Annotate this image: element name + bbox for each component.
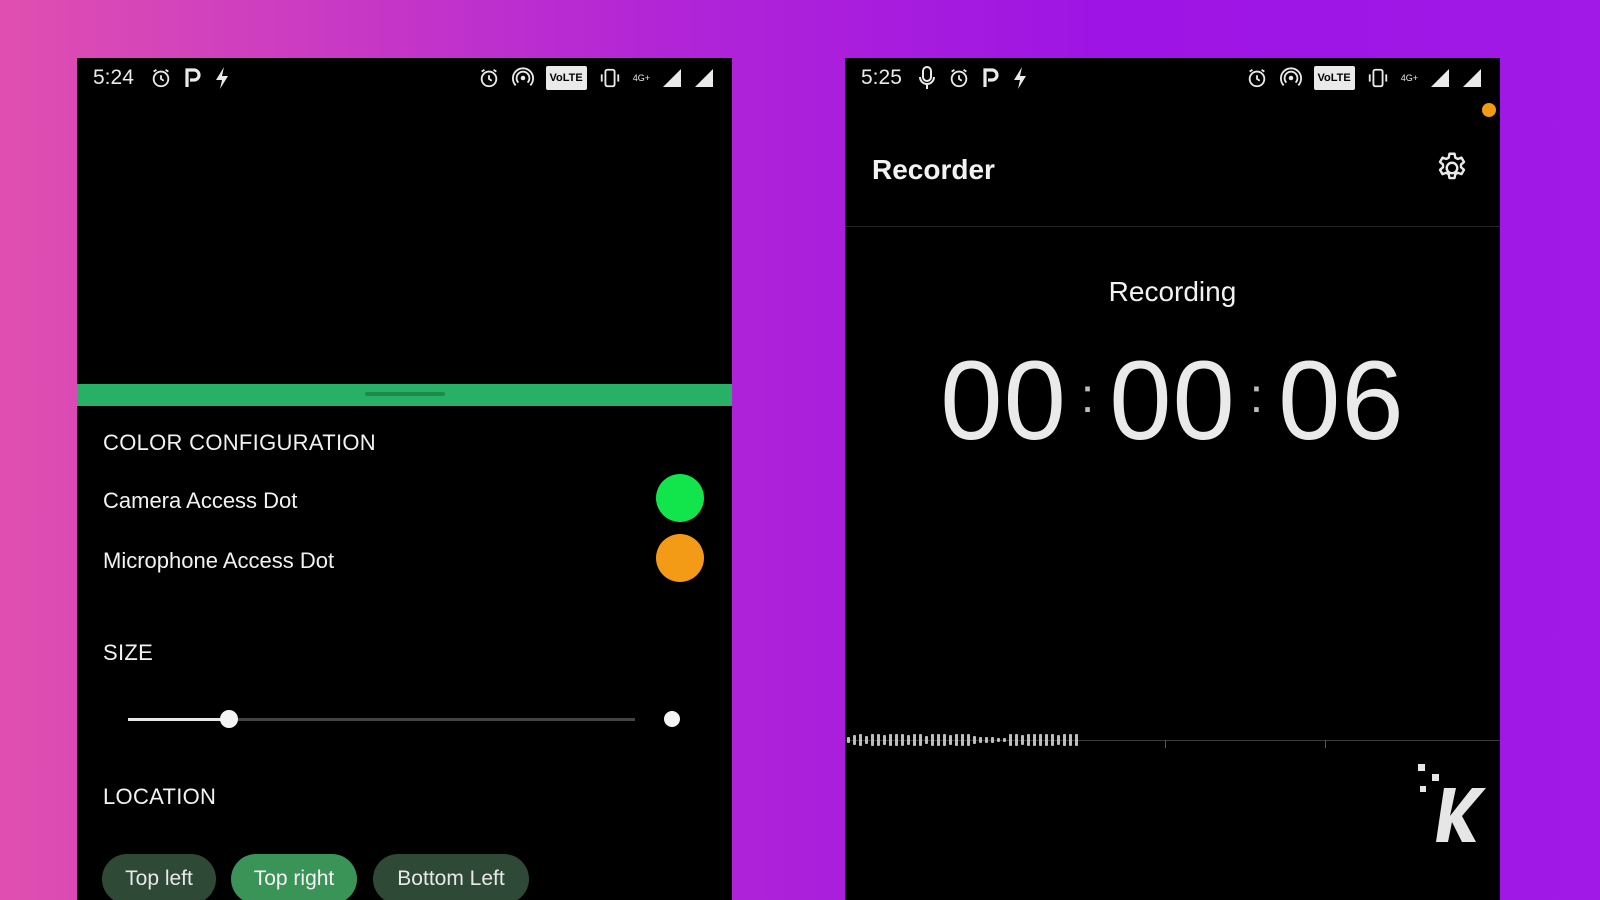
audio-waveform: [845, 726, 1500, 756]
waveform-bar: [1045, 734, 1048, 746]
knowtechie-k-logo-icon: [1410, 760, 1500, 850]
location-chip-top-left[interactable]: Top left: [102, 854, 216, 900]
waveform-bar: [877, 734, 880, 746]
signal-icon: [1462, 66, 1482, 90]
signal-icon: [662, 66, 682, 90]
waveform-bar: [949, 735, 952, 745]
color-configuration-heading: COLOR CONFIGURATION: [103, 430, 376, 455]
waveform-bar: [967, 734, 970, 746]
alarm-icon: [150, 66, 172, 90]
status-time: 5:25: [861, 66, 902, 89]
waveform-bar: [991, 737, 994, 743]
waveform-bar: [847, 737, 850, 743]
waveform-bar: [883, 735, 886, 745]
vibrate-icon: [1367, 66, 1389, 90]
waveform-bar: [859, 734, 862, 746]
size-slider-fill: [128, 718, 230, 721]
waveform-bar: [919, 734, 922, 746]
network-type-label: 4G+: [1400, 73, 1418, 83]
size-slider[interactable]: [128, 710, 635, 728]
parking-icon: [982, 66, 1000, 90]
alarm-icon: [948, 66, 970, 90]
waveform-bar: [943, 734, 946, 746]
microphone-access-dot-label: Microphone Access Dot: [103, 548, 335, 573]
volte-badge: VoLTE: [545, 66, 587, 90]
app-title: Recorder: [872, 154, 995, 185]
waveform-bar: [937, 734, 940, 746]
location-chip-bottom-left[interactable]: Bottom Left: [373, 854, 529, 900]
timer-seconds: 06: [1278, 337, 1405, 463]
waveform-bar: [1051, 734, 1054, 746]
hotspot-icon: [1279, 66, 1302, 90]
waveform-bar: [871, 734, 874, 746]
gear-icon[interactable]: [1434, 150, 1470, 186]
waveform-bar: [1075, 734, 1078, 746]
timer-hours: 00: [940, 337, 1067, 463]
flash-icon: [1012, 66, 1028, 90]
bottom-sheet-header[interactable]: [77, 384, 732, 406]
waveform-bar: [1039, 734, 1042, 746]
waveform-bar: [895, 734, 898, 746]
recording-timer: 00 : 00 : 06: [845, 338, 1500, 463]
size-slider-end-marker: [664, 711, 680, 727]
timer-minutes: 00: [1109, 337, 1236, 463]
waveform-bar: [913, 734, 916, 746]
timer-separator: :: [1080, 369, 1096, 423]
drag-handle[interactable]: [364, 392, 445, 396]
waveform-bar: [1033, 734, 1036, 746]
microphone-icon: [918, 66, 936, 90]
status-bar: 5:24 VoLTE 4G+: [77, 58, 732, 98]
waveform-bar: [961, 734, 964, 746]
waveform-bar: [889, 734, 892, 746]
waveform-bar: [985, 737, 988, 743]
camera-dot-color-swatch[interactable]: [656, 474, 704, 522]
size-slider-thumb[interactable]: [220, 710, 239, 728]
waveform-bar: [865, 736, 868, 744]
waveform-bar: [997, 738, 1000, 742]
waveform-time-tick: [1165, 740, 1166, 748]
header-divider: [845, 226, 1500, 227]
waveform-bar: [1057, 735, 1060, 745]
waveform-bar: [1015, 734, 1018, 746]
alarm-icon: [478, 66, 500, 90]
vibrate-icon: [599, 66, 621, 90]
waveform-bar: [979, 737, 982, 743]
waveform-bar: [901, 734, 904, 746]
waveform-bar: [1021, 735, 1024, 745]
volte-badge: VoLTE: [1313, 66, 1355, 90]
size-heading: SIZE: [103, 640, 154, 665]
waveform-bar: [853, 735, 856, 745]
waveform-bar: [907, 735, 910, 745]
microphone-privacy-indicator-dot: [1482, 103, 1496, 117]
waveform-bar: [955, 734, 958, 746]
left-phone-screen: 5:24 VoLTE 4G+ COLOR CONFIGURATION Camer…: [77, 58, 732, 900]
signal-icon: [694, 66, 714, 90]
alarm-icon: [1246, 66, 1268, 90]
waveform-bar: [1027, 734, 1030, 746]
camera-access-dot-label: Camera Access Dot: [103, 488, 298, 513]
location-heading: LOCATION: [103, 784, 217, 809]
waveform-bar: [1063, 734, 1066, 746]
recording-status: Recording: [1108, 276, 1237, 307]
status-time: 5:24: [93, 66, 134, 89]
network-type-label: 4G+: [632, 73, 650, 83]
right-phone-screen: 5:25 VoLTE 4G+ Recorder Recording 00: 0…: [845, 58, 1500, 900]
waveform-bar: [1003, 738, 1006, 742]
location-chip-top-right[interactable]: Top right: [231, 854, 357, 900]
signal-icon: [1430, 66, 1450, 90]
microphone-dot-color-swatch[interactable]: [656, 534, 704, 582]
waveform-bar: [1009, 734, 1012, 746]
parking-icon: [184, 66, 202, 90]
timer-separator: :: [1249, 369, 1265, 423]
hotspot-icon: [511, 66, 534, 90]
waveform-bar: [925, 736, 928, 744]
waveform-bar: [973, 736, 976, 744]
waveform-bar: [931, 734, 934, 746]
flash-icon: [214, 66, 230, 90]
waveform-time-tick: [1325, 740, 1326, 748]
status-bar: 5:25 VoLTE 4G+: [845, 58, 1500, 98]
waveform-bar: [1069, 734, 1072, 746]
